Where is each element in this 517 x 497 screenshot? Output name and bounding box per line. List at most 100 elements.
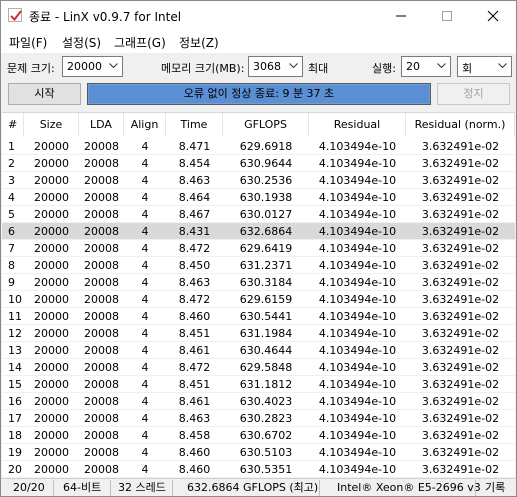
cell-lda: 20008	[84, 395, 119, 408]
cell-residual-norm: 3.632491e-02	[421, 429, 500, 442]
runs-unit-value: 회	[462, 62, 473, 75]
cell-index: 8	[8, 259, 15, 272]
table-row[interactable]: 12 20000 20008 4 8.451 631.1984 4.103494e-10 3.…	[2, 325, 515, 342]
cell-lda: 20008	[84, 310, 119, 323]
cell-align: 4	[141, 463, 149, 476]
cell-residual: 4.103494e-10	[318, 140, 397, 153]
table-row[interactable]: 11 20000 20008 4 8.460 630.5441 4.103494e-10 3.…	[2, 308, 515, 325]
table-row[interactable]: 1 20000 20008 4 8.471 629.6918 4.103494e-10 3.6…	[2, 138, 515, 155]
cell-gflops: 630.0127	[239, 208, 293, 221]
table-row[interactable]: 2 20000 20008 4 8.454 630.9644 4.103494e-10 3.6…	[2, 155, 515, 172]
cell-align: 4	[141, 191, 149, 204]
cell-time: 8.460	[178, 310, 211, 323]
cell-time: 8.458	[178, 429, 211, 442]
table-row[interactable]: 4 20000 20008 4 8.464 630.1938 4.103494e-10 3.6…	[2, 189, 515, 206]
table-row[interactable]: 15 20000 20008 4 8.451 631.1812 4.103494e-10 3.…	[2, 376, 515, 393]
cell-residual: 4.103494e-10	[318, 208, 397, 221]
cell-align: 4	[141, 293, 149, 306]
problem-size-label: 문제 크기:	[7, 62, 55, 75]
cell-time: 8.472	[178, 242, 211, 255]
cell-residual-norm: 3.632491e-02	[421, 412, 500, 425]
memory-select[interactable]: 3068	[248, 56, 303, 77]
table-row[interactable]: 16 20000 20008 4 8.461 630.4023 4.103494e-10 3.…	[2, 393, 515, 410]
column-header-residual-norm[interactable]: Residual (norm.)	[406, 113, 515, 137]
menu-graph[interactable]: 그래프(G)	[114, 34, 166, 51]
cell-time: 8.451	[178, 378, 211, 391]
table-row[interactable]: 13 20000 20008 4 8.461 630.4644 4.103494e-10 3.…	[2, 342, 515, 359]
cell-residual-norm: 3.632491e-02	[421, 157, 500, 170]
table-row[interactable]: 8 20000 20008 4 8.450 631.2371 4.103494e-10 3.6…	[2, 257, 515, 274]
cell-gflops: 630.3184	[239, 276, 293, 289]
cell-residual: 4.103494e-10	[318, 361, 397, 374]
cell-index: 16	[8, 395, 22, 408]
column-header-size[interactable]: Size	[24, 113, 79, 137]
cell-align: 4	[141, 395, 149, 408]
cell-gflops: 631.2371	[239, 259, 293, 272]
cell-residual-norm: 3.632491e-02	[421, 191, 500, 204]
table-row[interactable]: 18 20000 20008 4 8.458 630.6702 4.103494e-10 3.…	[2, 427, 515, 444]
close-button[interactable]	[470, 1, 516, 31]
problem-size-select[interactable]: 20000	[62, 56, 123, 77]
cell-gflops: 630.4644	[239, 344, 293, 357]
cell-residual: 4.103494e-10	[318, 157, 397, 170]
table-header: # Size LDA Align Time GFLOPS Residual Residual …	[2, 113, 515, 137]
cell-residual-norm: 3.632491e-02	[421, 463, 500, 476]
cell-size: 20000	[34, 276, 69, 289]
cell-index: 3	[8, 174, 15, 187]
column-header-time[interactable]: Time	[166, 113, 223, 137]
log-button[interactable]: 기록	[485, 481, 505, 495]
menu-file[interactable]: 파일(F)	[9, 34, 47, 51]
cell-residual-norm: 3.632491e-02	[421, 174, 500, 187]
run-status-bar: 오류 없이 정상 종료: 9 분 37 초	[87, 83, 431, 105]
cell-size: 20000	[34, 140, 69, 153]
start-button[interactable]: 시작	[8, 83, 81, 105]
status-divider	[53, 480, 54, 496]
cell-gflops: 630.6702	[239, 429, 293, 442]
menu-info[interactable]: 정보(Z)	[179, 34, 219, 51]
runs-unit-select[interactable]: 회	[457, 56, 512, 77]
column-header-lda[interactable]: LDA	[79, 113, 124, 137]
column-header-align[interactable]: Align	[124, 113, 166, 137]
table-row[interactable]: 14 20000 20008 4 8.472 629.5848 4.103494e-10 3.…	[2, 359, 515, 376]
table-row[interactable]: 9 20000 20008 4 8.463 630.3184 4.103494e-10 3.6…	[2, 274, 515, 291]
max-button[interactable]: 최대	[308, 60, 328, 76]
column-header-gflops[interactable]: GFLOPS	[223, 113, 309, 137]
maximize-button[interactable]	[424, 1, 470, 31]
cell-gflops: 632.6864	[239, 225, 293, 238]
cell-align: 4	[141, 225, 149, 238]
table-row[interactable]: 7 20000 20008 4 8.472 629.6419 4.103494e-10 3.6…	[2, 240, 515, 257]
column-header-index[interactable]: #	[2, 113, 24, 137]
cell-lda: 20008	[84, 293, 119, 306]
cell-gflops: 630.2536	[239, 174, 293, 187]
cell-size: 20000	[34, 208, 69, 221]
cell-residual: 4.103494e-10	[318, 327, 397, 340]
cell-residual-norm: 3.632491e-02	[421, 446, 500, 459]
cell-index: 5	[8, 208, 15, 221]
cell-align: 4	[141, 157, 149, 170]
cell-time: 8.472	[178, 361, 211, 374]
cell-residual: 4.103494e-10	[318, 276, 397, 289]
cell-align: 4	[141, 259, 149, 272]
cell-lda: 20008	[84, 174, 119, 187]
table-row[interactable]: 6 20000 20008 4 8.431 632.6864 4.103494e-10 3.6…	[2, 223, 515, 240]
table-row[interactable]: 20 20000 20008 4 8.460 630.5351 4.103494e-10 3.…	[2, 461, 515, 478]
cell-residual: 4.103494e-10	[318, 344, 397, 357]
cell-residual: 4.103494e-10	[318, 395, 397, 408]
cell-size: 20000	[34, 344, 69, 357]
table-row[interactable]: 3 20000 20008 4 8.463 630.2536 4.103494e-10 3.6…	[2, 172, 515, 189]
cell-index: 7	[8, 242, 15, 255]
table-row[interactable]: 17 20000 20008 4 8.463 630.2823 4.103494e-10 3.…	[2, 410, 515, 427]
cell-align: 4	[141, 310, 149, 323]
minimize-button[interactable]	[378, 1, 424, 31]
table-row[interactable]: 19 20000 20008 4 8.460 630.5103 4.103494e-10 3.…	[2, 444, 515, 461]
cell-residual-norm: 3.632491e-02	[421, 344, 500, 357]
cell-residual-norm: 3.632491e-02	[421, 276, 500, 289]
cell-size: 20000	[34, 429, 69, 442]
table-row[interactable]: 5 20000 20008 4 8.467 630.0127 4.103494e-10 3.6…	[2, 206, 515, 223]
stop-button[interactable]: 정지	[437, 83, 510, 105]
column-header-residual[interactable]: Residual	[309, 113, 406, 137]
table-row[interactable]: 10 20000 20008 4 8.472 629.6159 4.103494e-10 3.…	[2, 291, 515, 308]
menu-settings[interactable]: 설정(S)	[62, 34, 101, 51]
runs-select[interactable]: 20	[401, 56, 451, 77]
cell-time: 8.463	[178, 174, 211, 187]
